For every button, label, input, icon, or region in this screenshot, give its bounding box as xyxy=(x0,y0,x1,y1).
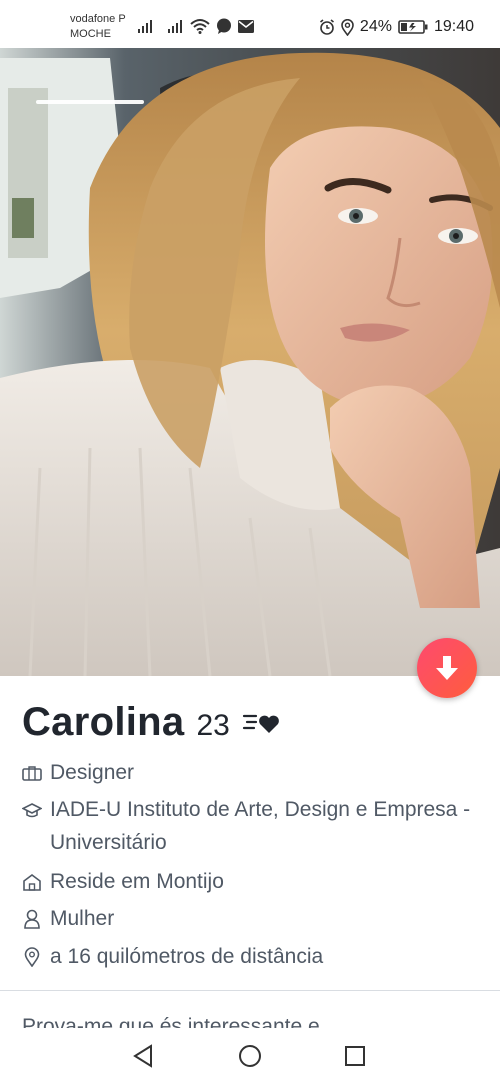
school-row: IADE-U Instituto de Arte, Design e Empre… xyxy=(22,793,482,859)
collapse-profile-button[interactable] xyxy=(417,638,477,698)
battery-icon xyxy=(398,20,428,34)
residence-row: Reside em Montijo xyxy=(22,865,482,898)
wifi-icon xyxy=(190,19,210,34)
carrier-line1: vodafone P xyxy=(70,13,126,25)
person-icon xyxy=(24,909,40,929)
heart-speed-icon xyxy=(242,714,279,733)
name-row: Carolina 23 xyxy=(22,700,282,745)
carrier-line2: MOCHE xyxy=(70,28,111,40)
status-bar: vodafone P MOCHE 24% 19:40 xyxy=(0,0,500,48)
arrow-down-icon xyxy=(436,656,458,680)
battery-percent: 24% xyxy=(359,18,392,35)
house-icon xyxy=(23,873,41,891)
home-icon[interactable] xyxy=(238,1044,262,1068)
school-text: IADE-U Instituto de Arte, Design e Empre… xyxy=(50,798,471,854)
profile-photo[interactable] xyxy=(0,48,500,676)
carrier-label: vodafone P MOCHE xyxy=(70,12,126,42)
chat-icon xyxy=(217,18,231,34)
graduation-cap-icon xyxy=(22,802,42,817)
location-icon xyxy=(341,18,354,36)
location-pin-icon xyxy=(24,946,40,967)
profile-name: Carolina xyxy=(22,700,185,744)
system-nav-bar xyxy=(0,1028,500,1084)
distance-text: a 16 quilómetros de distância xyxy=(50,945,324,968)
job-row: Designer xyxy=(22,756,482,789)
gender-row: Mulher xyxy=(22,902,482,935)
job-text: Designer xyxy=(50,761,135,784)
back-icon[interactable] xyxy=(132,1044,154,1068)
residence-text: Reside em Montijo xyxy=(50,870,224,893)
section-divider xyxy=(0,990,500,991)
photo-page-indicator xyxy=(36,100,144,104)
alarm-icon xyxy=(319,19,334,35)
clock-time: 19:40 xyxy=(433,18,474,35)
mail-icon xyxy=(238,19,254,33)
signal-icon-2 xyxy=(168,20,182,33)
distance-row: a 16 quilómetros de distância xyxy=(22,940,482,973)
recents-icon[interactable] xyxy=(344,1045,366,1067)
profile-age: 23 xyxy=(196,709,230,742)
briefcase-icon xyxy=(22,765,42,781)
gender-text: Mulher xyxy=(50,907,115,930)
signal-icon xyxy=(138,20,152,33)
